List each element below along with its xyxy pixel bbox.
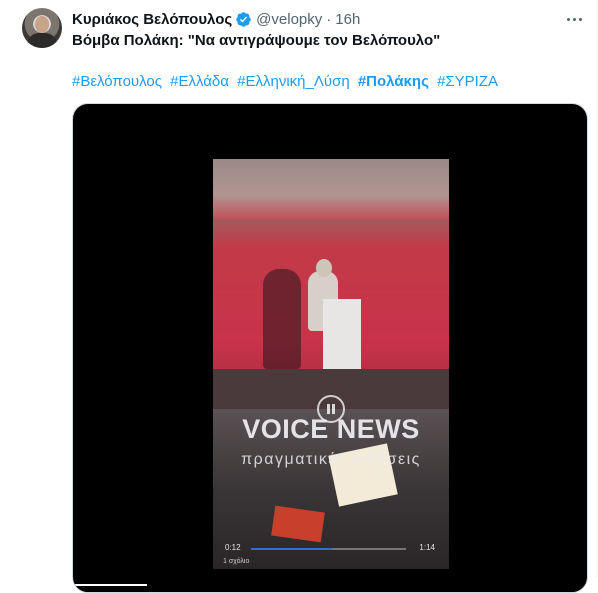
author-name[interactable]: Κυριάκος Βελόπουλος bbox=[72, 11, 232, 28]
avatar-suit bbox=[27, 33, 57, 48]
video-reactions: 1 σχόλιο bbox=[223, 558, 250, 565]
player-scrubber-fill bbox=[75, 584, 147, 586]
scene-podium bbox=[323, 299, 361, 369]
tweet-text: Βόμβα Πολάκη: "Να αντιγράψουμε τον Βελόπ… bbox=[72, 32, 441, 49]
avatar-face bbox=[35, 16, 49, 33]
hashtag-link[interactable]: #Ελλάδα bbox=[170, 73, 229, 90]
video-duration: 1:14 bbox=[419, 543, 435, 552]
tweet-header: Κυριάκος Βελόπουλος @velopky · 16h bbox=[72, 9, 557, 29]
more-options-icon[interactable] bbox=[561, 8, 587, 30]
hashtag-link[interactable]: #Πολάκης bbox=[358, 73, 429, 90]
player-scrubber[interactable] bbox=[73, 582, 587, 592]
video-progress-fill bbox=[251, 548, 332, 550]
hashtag-link[interactable]: #ΣΥΡΙΖΑ bbox=[437, 73, 498, 90]
separator-dot: · bbox=[326, 10, 332, 28]
watermark-subtitle: πραγματικές ειδήσεις bbox=[241, 451, 421, 468]
scene-shadow bbox=[263, 269, 301, 369]
hashtag-link[interactable]: #Βελόπουλος bbox=[72, 73, 162, 90]
hashtag-link[interactable]: #Ελληνική_Λύση bbox=[237, 73, 350, 90]
tweet-card[interactable]: Κυριάκος Βελόπουλος @velopky · 16h Βόμβα… bbox=[0, 0, 598, 593]
scene-speaker-head bbox=[316, 259, 332, 277]
author-avatar[interactable] bbox=[22, 8, 62, 48]
scene-ceiling bbox=[213, 159, 449, 219]
watermark-logo: VOICE NEWS bbox=[242, 414, 420, 444]
video-elapsed-time: 0:12 bbox=[225, 543, 241, 552]
verified-badge-icon bbox=[235, 11, 252, 28]
video-player[interactable]: VOICE NEWS πραγματικές ειδήσεις 0:12 1:1… bbox=[72, 103, 588, 593]
author-handle[interactable]: @velopky bbox=[256, 11, 322, 28]
video-frame[interactable]: VOICE NEWS πραγματικές ειδήσεις 0:12 1:1… bbox=[213, 159, 449, 569]
hashtag-list: #Βελόπουλος #Ελλάδα #Ελληνική_Λύση #Πολά… bbox=[72, 73, 502, 90]
video-progress-bar[interactable] bbox=[251, 548, 406, 550]
tweet-timestamp[interactable]: 16h bbox=[335, 11, 360, 28]
